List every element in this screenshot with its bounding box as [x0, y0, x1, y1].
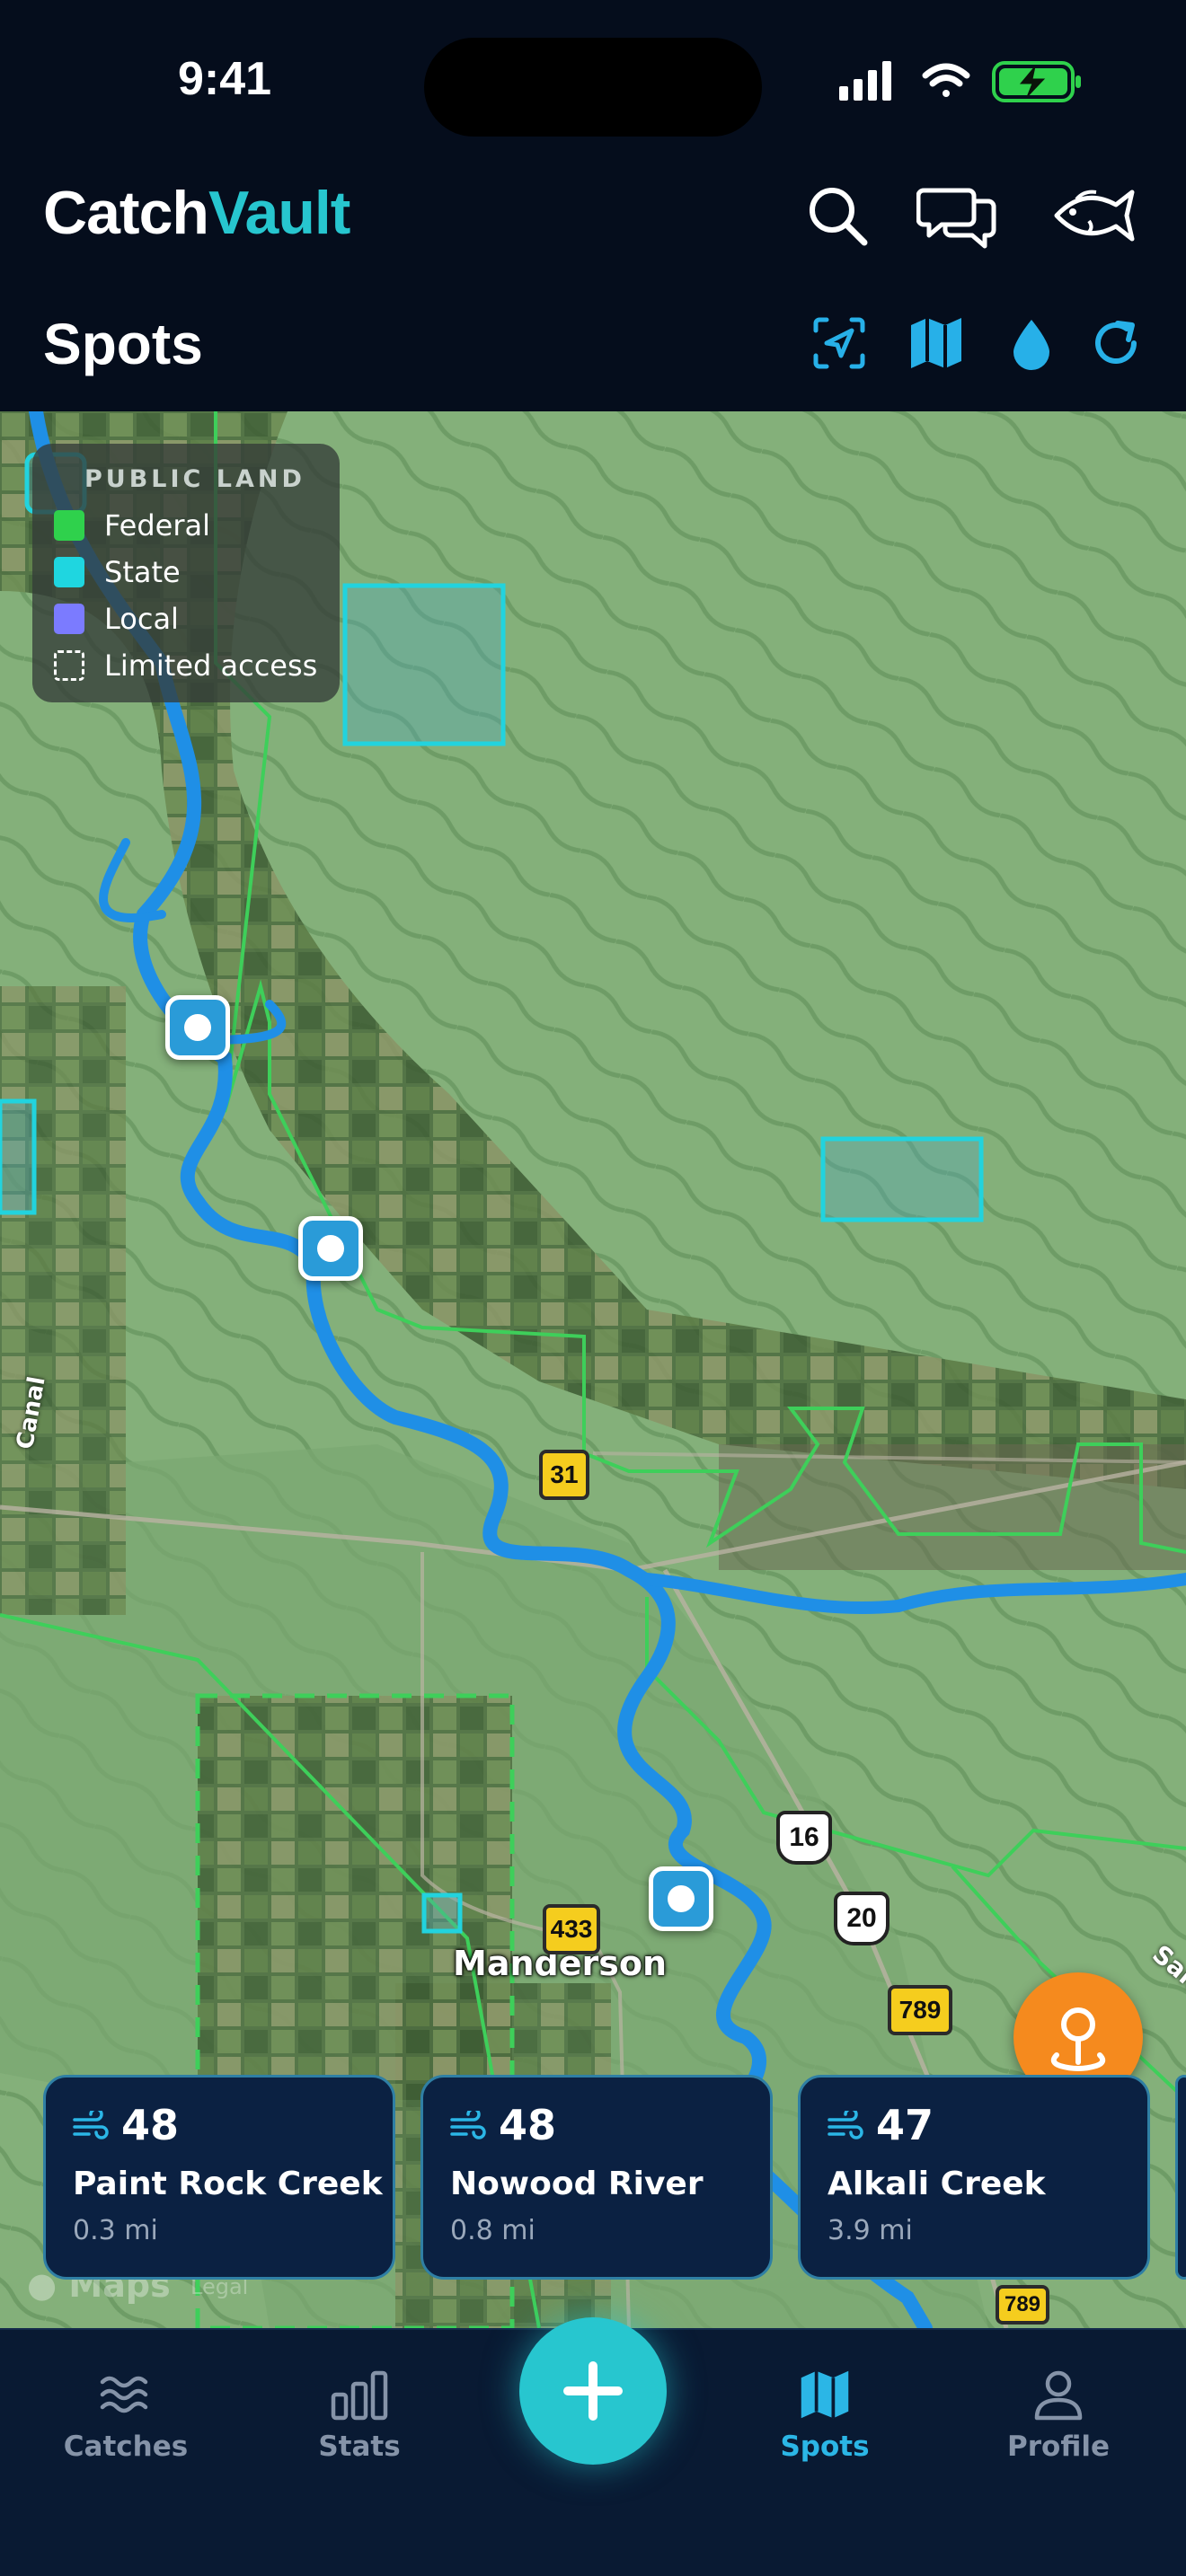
legend-label: State — [104, 555, 181, 589]
map-view[interactable]: PUBLIC LAND Federal State Local Limited … — [0, 411, 1186, 2328]
legend-label: Limited access — [104, 648, 318, 683]
spot-name: Paint Rock Creek — [73, 2166, 383, 2202]
legend-item-local: Local — [54, 595, 340, 642]
chat-icon[interactable] — [916, 180, 999, 251]
tab-label: Catches — [63, 2430, 189, 2463]
spot-distance: 0.8 mi — [450, 2215, 535, 2246]
spot-score: 47 — [876, 2101, 934, 2149]
legend-item-federal: Federal — [54, 502, 340, 549]
tab-label: Profile — [1007, 2430, 1110, 2463]
tab-catches[interactable]: Catches — [27, 2368, 225, 2463]
wind-icon — [828, 2111, 863, 2139]
spot-distance: 0.3 mi — [73, 2215, 158, 2246]
tab-stats[interactable]: Stats — [261, 2368, 458, 2463]
wifi-icon — [922, 63, 970, 97]
tab-label: Spots — [780, 2430, 870, 2463]
legend-swatch — [54, 604, 84, 634]
legend-item-state: State — [54, 549, 340, 595]
spot-pin[interactable] — [649, 1866, 713, 1931]
legend-label: Local — [104, 602, 179, 636]
cellular-signal-icon — [839, 61, 891, 101]
wind-icon — [450, 2111, 486, 2139]
locate-scan-icon[interactable] — [810, 314, 868, 372]
legend-title: PUBLIC LAND — [84, 465, 305, 493]
public-land-legend: PUBLIC LAND Federal State Local Limited … — [32, 444, 340, 702]
spot-pin[interactable] — [298, 1216, 363, 1281]
map-icon — [801, 2370, 849, 2419]
highway-shield: 31 — [539, 1450, 589, 1500]
spot-card[interactable]: 47 Alkali Creek 3.9 mi — [798, 2075, 1150, 2280]
water-drop-icon[interactable] — [1003, 314, 1060, 372]
legend-item-limited-access: Limited access — [54, 642, 340, 689]
map-layers-icon[interactable] — [907, 314, 965, 372]
spot-card[interactable]: 48 Paint Rock Creek 0.3 mi — [43, 2075, 395, 2280]
status-time: 9:41 — [177, 53, 272, 105]
highway-shield: 16 — [776, 1811, 832, 1865]
highway-shield: 20 — [834, 1892, 890, 1945]
battery-icon — [992, 61, 1081, 102]
spot-score: 48 — [499, 2101, 557, 2149]
spot-score: 48 — [121, 2101, 180, 2149]
legend-swatch — [54, 557, 84, 587]
waves-icon — [100, 2376, 148, 2413]
legend-label: Federal — [104, 508, 210, 543]
dynamic-island — [424, 38, 762, 137]
tab-spots[interactable]: Spots — [726, 2368, 924, 2463]
plus-icon — [563, 2361, 623, 2421]
page-title: Spots — [43, 312, 203, 376]
brand-part2: Vault — [208, 179, 350, 247]
highway-shield: 789 — [996, 2285, 1049, 2325]
brand-part1: Catch — [43, 179, 209, 247]
spot-card-partial[interactable] — [1175, 2075, 1186, 2280]
tab-label: Stats — [318, 2430, 401, 2463]
bar-chart-icon — [331, 2370, 388, 2421]
wind-icon — [73, 2111, 109, 2139]
legend-swatch — [54, 650, 84, 681]
tab-profile[interactable]: Profile — [960, 2368, 1157, 2463]
highway-shield: 433 — [543, 1904, 600, 1954]
spot-pin[interactable] — [165, 995, 230, 1060]
add-catch-button[interactable] — [519, 2317, 667, 2465]
refresh-icon[interactable] — [1087, 314, 1145, 372]
status-icons — [839, 61, 1081, 102]
spot-name: Alkali Creek — [828, 2166, 1046, 2202]
app-title: CatchVault — [43, 178, 350, 248]
spot-name: Nowood River — [450, 2166, 704, 2202]
search-icon[interactable] — [801, 180, 873, 251]
person-icon — [1034, 2370, 1083, 2421]
highway-shield: 789 — [888, 1985, 952, 2035]
spot-distance: 3.9 mi — [828, 2215, 913, 2246]
legend-swatch — [54, 510, 84, 541]
fish-icon[interactable] — [1048, 180, 1137, 251]
spot-card[interactable]: 48 Nowood River 0.8 mi — [420, 2075, 773, 2280]
